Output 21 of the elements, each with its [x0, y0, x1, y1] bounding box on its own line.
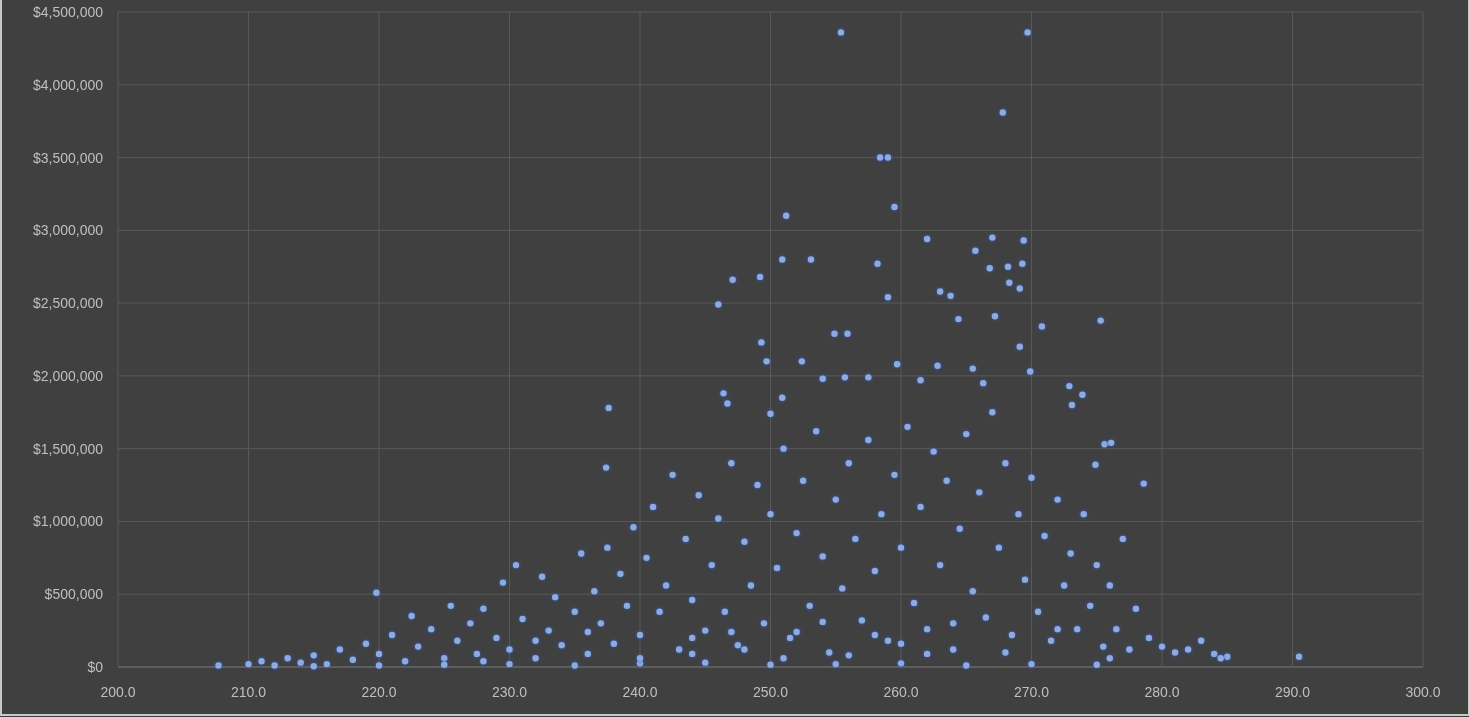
- x-axis-label: 260.0: [883, 684, 919, 700]
- y-axis-label: $2,500,000: [32, 295, 103, 312]
- x-axis-label: 300.0: [1405, 684, 1441, 700]
- y-axis-label: $0: [87, 659, 103, 675]
- x-axis-label: 280.0: [1144, 684, 1180, 700]
- x-axis-label: 230.0: [492, 684, 527, 700]
- x-axis-label: 200.0: [100, 684, 136, 700]
- x-axis-label: 220.0: [361, 684, 397, 700]
- y-axis-label: $1,500,000: [32, 440, 103, 457]
- y-axis-label: $500,000: [44, 586, 103, 603]
- x-axis-label: 290.0: [1275, 684, 1310, 700]
- x-axis-label: 240.0: [622, 684, 658, 700]
- y-axis-label: $4,000,000: [32, 76, 103, 93]
- x-axis-label: 270.0: [1014, 684, 1049, 700]
- x-axis-label: 210.0: [231, 684, 266, 700]
- y-axis-label: $3,000,000: [32, 222, 103, 239]
- x-axis-label: 250.0: [753, 684, 788, 700]
- y-axis-label: $2,000,000: [32, 367, 103, 384]
- y-axis-label: $3,500,000: [32, 149, 103, 166]
- y-axis-label: $4,500,000: [32, 4, 103, 20]
- y-axis-label: $1,000,000: [32, 513, 103, 530]
